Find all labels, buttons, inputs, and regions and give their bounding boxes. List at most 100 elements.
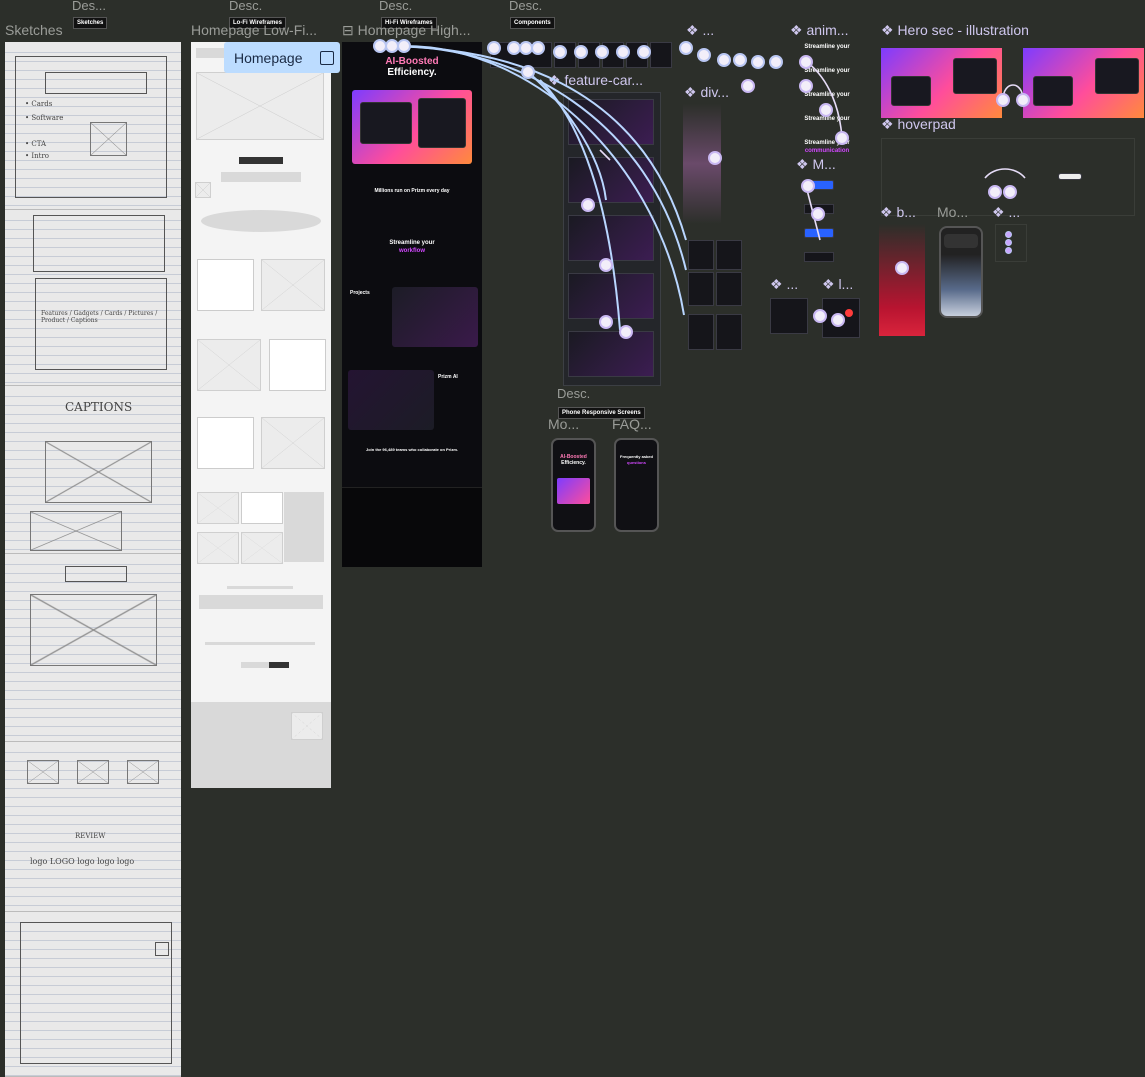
sketch-page-5: REVIEW logo LOGO logo logo logo [5,742,181,912]
frame-icon: ⊟ [342,22,358,38]
component-dots-label[interactable]: ❖ ... [992,204,1020,221]
notebook-line [5,373,181,374]
sketch-page-2: Features / Gadgets / Cards / Pictures / … [5,210,181,386]
component-top-small-label[interactable]: ❖ ... [686,22,714,39]
sketch-review-text: REVIEW [75,832,106,840]
component-small1-label[interactable]: ❖ ... [770,276,798,293]
components-desc-label: Desc. [509,0,543,13]
anim-last-word: communication [804,148,850,154]
hifi-hero-illustration [352,90,472,164]
components-tag[interactable]: Components [510,17,555,29]
hifi-frame[interactable]: AI-Boosted Efficiency. Millions run on P… [342,42,482,567]
hifi-millions-text: Millions run on Prizm every day [374,188,450,194]
hifi-join-text: Join the 96,489 teams who collaborate on… [365,447,459,452]
m-frame[interactable] [798,176,838,272]
divider-frame[interactable] [683,104,721,224]
notebook-line [5,699,181,700]
component-hoverpad-label[interactable]: ❖ hoverpad [881,116,956,133]
sketch-page-4 [5,554,181,742]
phone-faq-line1: Frequently asked [620,454,653,459]
notebook-line [5,432,181,433]
phone-faq-label[interactable]: FAQ... [612,416,652,432]
notebook-line [5,842,181,843]
notebook-line [5,708,181,709]
component-small2-label[interactable]: ❖ l... [822,276,853,293]
component-divider-label[interactable]: ❖ div... [684,84,729,101]
lofi-frame[interactable] [191,42,331,788]
component-anim-label[interactable]: ❖ anim... [790,22,848,39]
sketch-logos-text: logo LOGO logo logo logo [30,857,135,866]
hifi-ai-panel [348,370,434,430]
notebook-line [5,735,181,736]
feature-cards-frame[interactable] [563,92,661,386]
notebook-line [5,878,181,879]
notebook-line [5,887,181,888]
sketches-frame[interactable]: • Cards • Software • CTA • Intro Feature… [5,42,181,1077]
frame-title-lofi[interactable]: Homepage Low-Fi... [191,22,317,38]
sketch-page-6 [5,912,181,1077]
mo-phone-frame[interactable] [939,226,983,318]
component-stack-column[interactable] [688,240,742,350]
selected-frame-badge[interactable]: Homepage [224,42,340,73]
hifi-hero-line2: Efficiency. [387,67,437,78]
anim-line-5: Streamline your [804,140,850,146]
anim-line-2: Streamline your [804,68,850,74]
hero-illustration-b[interactable] [1023,48,1144,118]
small1-frame[interactable] [770,298,808,334]
notebook-line [5,797,181,798]
notebook-line [5,896,181,897]
hifi-desc-label: Desc. [379,0,413,13]
notebook-line [5,205,181,206]
hifi-projects-panel [392,287,478,347]
sketch-page-1: • Cards • Software • CTA • Intro [5,42,181,210]
selected-frame-label: Homepage [234,50,303,66]
notebook-line [5,52,181,53]
play-frame-icon[interactable] [320,51,334,65]
phone-screen-faq[interactable]: Frequently asked questions [614,438,659,532]
hifi-prizm-ai: Prizm AI [438,374,458,380]
dots-frame[interactable] [995,224,1027,262]
component-feature-cards-label[interactable]: ❖ feature-car... [548,72,643,89]
notebook-line [5,564,181,565]
b-frame[interactable] [879,224,925,336]
mo-label[interactable]: Mo... [937,204,968,220]
hifi-streamline-1: Streamline your [389,240,435,246]
frame-title-hifi[interactable]: ⊟ Homepage High... [342,22,470,39]
notebook-line [5,591,181,592]
notebook-line [5,726,181,727]
phone-screen-home[interactable]: AI-Boosted Efficiency. [551,438,596,532]
notebook-line [5,869,181,870]
frame-title-sketches[interactable]: Sketches [5,22,63,38]
phone-desc-label: Desc. [557,386,591,401]
anim-line-1: Streamline your [804,44,850,50]
components-frame[interactable] [490,42,672,72]
sketches-desc-label: Des... [72,0,106,13]
frame-title-hifi-text: Homepage High... [357,22,471,38]
notebook-line [5,382,181,383]
notebook-line [5,396,181,397]
component-m-label[interactable]: ❖ M... [796,156,836,173]
notebook-line [5,1066,181,1067]
anim-line-3: Streamline your [804,92,850,98]
phone-faq-line2: questions [627,460,646,465]
notebook-line [5,752,181,753]
notebook-line [5,423,181,424]
notebook-line [5,851,181,852]
notebook-line [5,1075,181,1076]
notebook-line [5,672,181,673]
notebook-line [5,717,181,718]
notebook-line [5,690,181,691]
lofi-desc-label: Desc. [229,0,263,13]
notebook-line [5,414,181,415]
sketch-captions-text: CAPTIONS [65,400,133,414]
sketches-tag[interactable]: Sketches [73,17,108,29]
component-hero-illustration-label[interactable]: ❖ Hero sec - illustration [881,22,1029,39]
notebook-line [5,582,181,583]
notebook-line [5,815,181,816]
phone-mo-label[interactable]: Mo... [548,416,579,432]
notebook-line [5,824,181,825]
small2-frame[interactable] [822,298,860,338]
anim-frame[interactable]: Streamline your Streamline your Streamli… [797,42,857,158]
component-b-label[interactable]: ❖ b... [880,204,916,221]
hero-illustration-a[interactable] [881,48,1002,118]
